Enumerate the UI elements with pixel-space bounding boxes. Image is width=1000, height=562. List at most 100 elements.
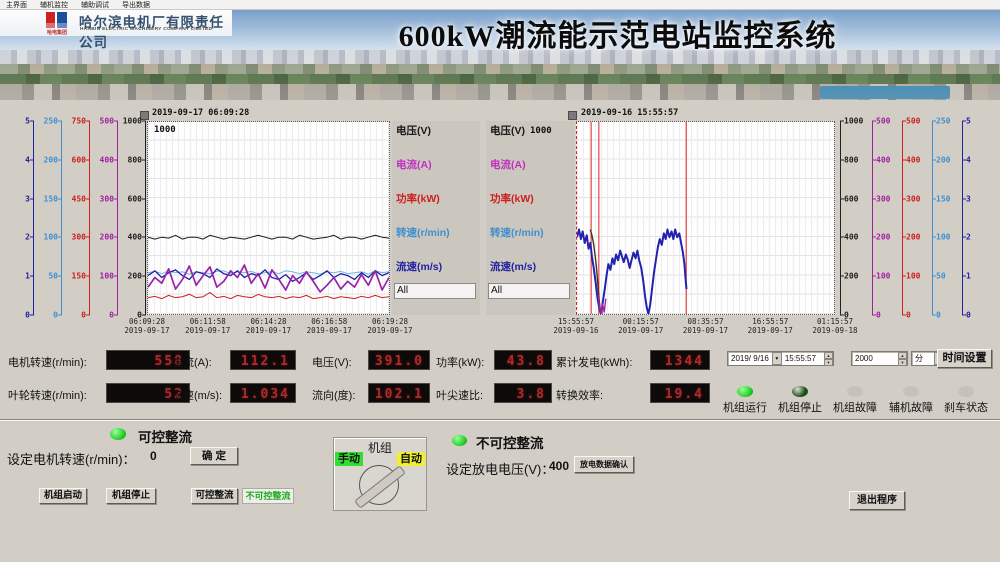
- legend-item-电压(V): 电压(V): [396, 123, 431, 138]
- axis-tick-label: 3: [966, 194, 971, 203]
- axis-tickmark: [902, 315, 906, 316]
- status-lamp-辅机故障: [903, 386, 919, 397]
- menu-item-辅助调试[interactable]: 辅助调试: [81, 0, 109, 10]
- axis-tickmark: [86, 315, 90, 316]
- axis-tick-label: 1000: [123, 117, 142, 126]
- axis-tick-label: 450: [72, 194, 86, 203]
- readout-label: 叶轮转速(r/min):: [8, 387, 87, 403]
- chart-right-plot[interactable]: [576, 121, 835, 315]
- axis-tickmark: [142, 121, 146, 122]
- scr-mode-button[interactable]: 可控整流: [191, 488, 238, 504]
- axis-tickmark: [932, 198, 936, 199]
- axis-tickmark: [30, 198, 34, 199]
- interval-spinner[interactable]: ▲▼: [898, 352, 907, 365]
- axis-tick-label: 150: [44, 194, 58, 203]
- axis-tick-label: 1000: [844, 117, 863, 126]
- axis-tick-label: 300: [876, 194, 890, 203]
- chart-drag-handle[interactable]: [568, 111, 577, 120]
- unit-stop-button[interactable]: 机组停止: [106, 488, 156, 504]
- menu-item-主界面[interactable]: 主界面: [6, 0, 27, 10]
- legend-item-功率(kW): 功率(kW): [396, 191, 440, 206]
- axis-tickmark: [114, 237, 118, 238]
- axis-tick-label: 500: [876, 117, 890, 126]
- set-speed-value[interactable]: 0: [150, 449, 157, 463]
- chart-left-inner-label: 1000: [154, 125, 176, 135]
- interval-input[interactable]: 2000 ▲▼: [851, 351, 908, 366]
- datetime-spinner[interactable]: ▲▼: [824, 352, 833, 365]
- legend-item-功率(kW): 功率(kW): [490, 191, 534, 206]
- status-lamp-label: 机组运行: [723, 399, 767, 415]
- unit-start-button[interactable]: 机组启动: [39, 488, 87, 504]
- logo-caption: 哈电集团: [36, 29, 78, 36]
- axis-tickmark: [114, 315, 118, 316]
- menu-item-导出数据[interactable]: 导出数据: [122, 0, 150, 10]
- status-lamp-label: 机组故障: [833, 399, 877, 415]
- axis-line: [89, 121, 90, 315]
- status-lamp-机组运行: [737, 386, 753, 397]
- axis-tickmark: [840, 276, 844, 277]
- unscr-status-label: 不可控整流: [476, 432, 544, 452]
- status-lamp-机组故障: [847, 386, 863, 397]
- exit-program-button[interactable]: 退出程序: [849, 491, 905, 510]
- chart-left-xaxis: 06:09:282019-09-1706:11:582019-09-1706:1…: [147, 317, 390, 337]
- axis-tickmark: [962, 276, 966, 277]
- datetime-picker[interactable]: 2019/ 9/16 ▼ 15:55:57 ▲▼: [727, 351, 834, 366]
- axis-tickmark: [30, 315, 34, 316]
- x-tick-label: 01:15:572019-09-18: [812, 317, 857, 335]
- chart-left-timestamp: 2019-09-17 06:09:28: [152, 108, 249, 118]
- axis-tickmark: [142, 198, 146, 199]
- time-set-button[interactable]: 时间设置: [937, 349, 992, 368]
- status-lamp-label: 辅机故障: [889, 399, 933, 415]
- axis-line: [962, 121, 963, 315]
- x-tick-label: 06:16:582019-09-17: [307, 317, 352, 335]
- axis-tickmark: [872, 276, 876, 277]
- legend-item-流速(m/s): 流速(m/s): [490, 259, 536, 274]
- axis-tick-label: 750: [72, 117, 86, 126]
- axis-tickmark: [872, 315, 876, 316]
- chart-left-plot[interactable]: [147, 121, 390, 315]
- legend-item-转速(r/min): 转速(r/min): [490, 225, 544, 240]
- manual-mode-tag[interactable]: 手动: [335, 452, 363, 466]
- y-axis-流速(m/s): 543210: [962, 121, 988, 315]
- confirm-speed-button[interactable]: 确 定: [190, 447, 238, 465]
- series-功率: [148, 292, 389, 298]
- set-speed-label: 设定电机转速(r/min)：: [7, 449, 136, 468]
- axis-tickmark: [902, 159, 906, 160]
- readout-label: 流速(m/s):: [172, 387, 222, 403]
- x-tick-label: 06:14:282019-09-17: [246, 317, 291, 335]
- axis-tick-label: 300: [72, 233, 86, 242]
- y-axis-功率(kW): 7506004503001500: [64, 121, 90, 315]
- set-voltage-label: 设定放电电压(V)：: [446, 459, 554, 478]
- status-lamp-刹车状态: [958, 386, 974, 397]
- x-tick-label: 15:55:572019-09-16: [553, 317, 598, 335]
- legend-item-转速(r/min): 转速(r/min): [396, 225, 450, 240]
- unscr-mode-button[interactable]: 不可控整流: [242, 488, 294, 504]
- axis-tick-label: 4: [966, 155, 971, 164]
- auto-mode-tag[interactable]: 自动: [397, 452, 425, 466]
- axis-tick-label: 200: [44, 155, 58, 164]
- mode-selector-knob[interactable]: [359, 465, 399, 505]
- knob-handle[interactable]: [354, 465, 406, 509]
- axis-tick-label: 200: [876, 233, 890, 242]
- scr-status-label: 可控整流: [138, 426, 192, 446]
- axis-tickmark: [902, 121, 906, 122]
- y-axis-电压(V): 10008006004002000: [120, 121, 146, 315]
- axis-tickmark: [962, 315, 966, 316]
- legend-all-dropdown[interactable]: All: [394, 283, 476, 299]
- discharge-confirm-button[interactable]: 放电数据确认: [574, 456, 634, 473]
- axis-tickmark: [962, 237, 966, 238]
- axis-tick-label: 800: [844, 155, 858, 164]
- readout-label: 累计发电(kWh):: [556, 354, 632, 370]
- readout-led-display: 102.1: [368, 383, 430, 403]
- set-voltage-value[interactable]: 400: [549, 459, 569, 473]
- axis-tick-label: 200: [128, 272, 142, 281]
- x-tick-label: 06:11:582019-09-17: [185, 317, 230, 335]
- y-axis-电流(A): 250200150100500: [932, 121, 958, 315]
- menu-item-辅机监控[interactable]: 辅机监控: [40, 0, 68, 10]
- chart-right-legend: 电压(V)电流(A)功率(kW)转速(r/min)流速(m/s)All: [486, 121, 574, 315]
- datetime-dropdown-icon[interactable]: ▼: [772, 352, 782, 365]
- axis-tickmark: [840, 198, 844, 199]
- status-lamp-机组停止: [792, 386, 808, 397]
- legend-all-dropdown[interactable]: All: [488, 283, 570, 299]
- readout-led-display: 3.8: [494, 383, 552, 403]
